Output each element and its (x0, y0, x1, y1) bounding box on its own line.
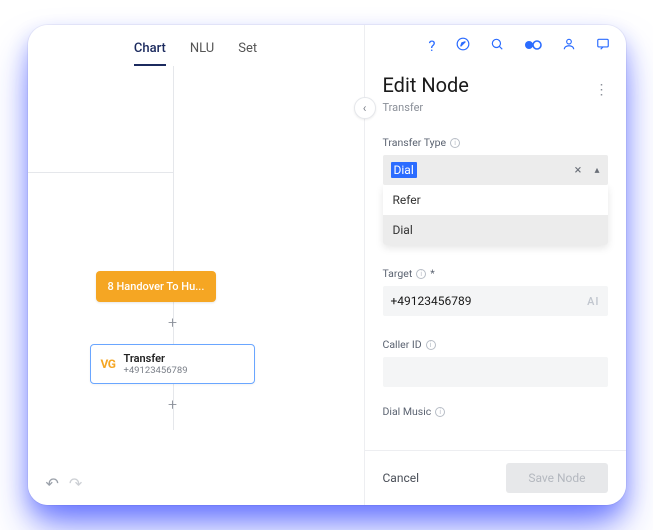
chevron-up-icon[interactable]: ▴ (594, 165, 599, 176)
chat-icon[interactable] (596, 37, 610, 55)
target-input[interactable]: +49123456789 AI (383, 286, 608, 316)
flow-canvas[interactable]: 8 Handover To Hu... + VG Transfer +49123… (28, 66, 364, 505)
collapse-panel-button[interactable]: ‹ (354, 97, 376, 119)
info-icon[interactable]: i (426, 340, 436, 350)
panel-title: Edit Node (383, 73, 608, 97)
transfer-type-value: Dial (391, 162, 417, 178)
tabs: Chart NLU Set (28, 25, 364, 66)
panel-subtitle: Transfer (383, 101, 608, 114)
add-node-button[interactable]: + (165, 314, 181, 330)
transfer-type-select[interactable]: Dial × ▴ (383, 155, 608, 185)
right-pane: ‹ ? Edit Node Transfer ⋮ (364, 25, 626, 505)
search-icon[interactable] (490, 37, 504, 55)
target-value: +49123456789 (391, 294, 472, 308)
help-icon[interactable]: ? (428, 37, 435, 55)
vg-icon: VG (101, 357, 116, 371)
field-label-dial-music: Dial Music i (383, 405, 608, 418)
clear-icon[interactable]: × (575, 163, 582, 178)
toggle-icon[interactable] (524, 37, 542, 55)
tab-chart[interactable]: Chart (134, 41, 166, 66)
compass-icon[interactable] (456, 37, 470, 55)
ai-icon[interactable]: AI (587, 295, 599, 308)
node-transfer-title: Transfer (123, 352, 187, 365)
panel-body: Edit Node Transfer ⋮ Transfer Type i Dia… (365, 67, 626, 450)
canvas-footer: ↶ ↷ (46, 474, 83, 493)
panel-footer: Cancel Save Node (365, 450, 626, 505)
info-icon[interactable]: i (416, 269, 426, 279)
save-node-button[interactable]: Save Node (506, 463, 607, 493)
left-pane: Chart NLU Set 8 Handover To Hu... + VG T… (28, 25, 364, 505)
user-icon[interactable] (562, 37, 576, 55)
tab-nlu[interactable]: NLU (190, 41, 214, 66)
field-label-transfer-type: Transfer Type i (383, 136, 608, 149)
dropdown-option-refer[interactable]: Refer (383, 185, 608, 215)
app-frame: Chart NLU Set 8 Handover To Hu... + VG T… (28, 25, 626, 505)
connector-line (173, 66, 174, 271)
add-node-button[interactable]: + (165, 396, 181, 412)
more-menu-icon[interactable]: ⋮ (595, 82, 610, 98)
redo-icon[interactable]: ↷ (69, 474, 82, 493)
field-label-target: Target i * (383, 267, 608, 280)
transfer-type-dropdown: Refer Dial (383, 185, 608, 245)
info-icon[interactable]: i (450, 138, 460, 148)
info-icon[interactable]: i (435, 407, 445, 417)
dropdown-option-dial[interactable]: Dial (383, 215, 608, 245)
node-handover[interactable]: 8 Handover To Hu... (96, 271, 217, 302)
required-indicator: * (430, 267, 435, 280)
node-transfer[interactable]: VG Transfer +49123456789 (90, 344, 255, 384)
node-transfer-subtitle: +49123456789 (123, 365, 187, 376)
cancel-button[interactable]: Cancel (383, 471, 420, 485)
caller-id-input[interactable] (383, 357, 608, 387)
tab-settings[interactable]: Set (238, 41, 257, 66)
node-handover-label: 8 Handover To Hu... (108, 280, 205, 293)
field-label-caller-id: Caller ID i (383, 338, 608, 351)
undo-icon[interactable]: ↶ (46, 474, 59, 493)
connector-line (28, 172, 173, 173)
top-toolbar: ? (365, 25, 626, 67)
